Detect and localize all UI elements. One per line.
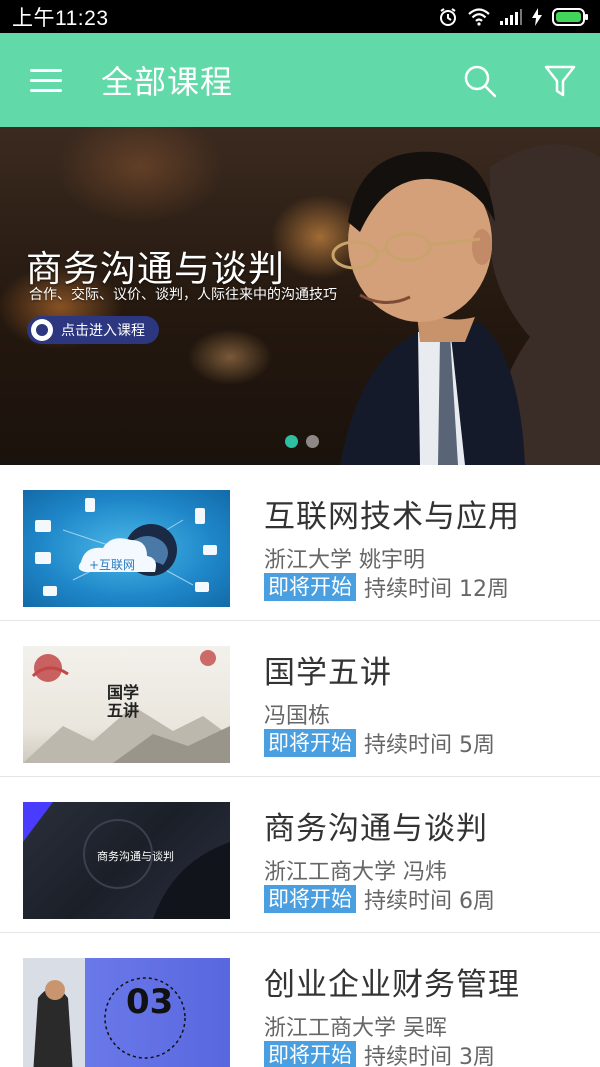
course-thumbnail: 商务沟通与谈判 [23, 802, 230, 919]
thumbnail-caption: +互联网 [89, 558, 136, 572]
course-name: 创业企业财务管理 [264, 967, 520, 1003]
course-duration: 持续时间 3周 [364, 1045, 495, 1067]
course-list: +互联网 互联网技术与应用 浙江大学 姚宇明 即将开始 持续时间 12周 国学五… [0, 465, 600, 1067]
course-banner[interactable]: 商务沟通与谈判 合作、交际、议价、谈判，人际往来中的沟通技巧 点击进入课程 [0, 127, 600, 465]
banner-subtitle: 合作、交际、议价、谈判，人际往来中的沟通技巧 [29, 287, 337, 303]
alarm-icon [438, 7, 458, 27]
signal-icon [500, 8, 522, 25]
play-icon [31, 319, 53, 341]
course-thumbnail: 国学五讲 [23, 646, 230, 763]
course-name: 互联网技术与应用 [264, 499, 520, 535]
enter-course-label: 点击进入课程 [61, 323, 145, 339]
search-icon [464, 65, 497, 98]
charging-icon [532, 7, 542, 26]
battery-icon [552, 7, 588, 26]
enter-course-button[interactable]: 点击进入课程 [27, 316, 159, 344]
course-item[interactable]: 03 创业企业财务管理 浙江工商大学 吴晖 即将开始 持续时间 3周 [0, 933, 600, 1067]
wifi-icon [468, 7, 490, 26]
course-duration: 持续时间 12周 [364, 577, 509, 602]
course-thumbnail: +互联网 [23, 490, 230, 607]
course-org: 冯国栋 [264, 704, 331, 729]
menu-button[interactable] [28, 67, 64, 95]
course-thumbnail: 03 [23, 958, 230, 1067]
course-meta: 即将开始 持续时间 6周 [264, 883, 495, 915]
status-badge: 即将开始 [264, 573, 356, 601]
status-badge: 即将开始 [264, 885, 356, 913]
course-name: 商务沟通与谈判 [264, 811, 488, 847]
course-meta: 即将开始 持续时间 5周 [264, 727, 495, 759]
status-bar: 上午11:23 [0, 0, 600, 33]
course-duration: 持续时间 6周 [364, 889, 495, 914]
thumbnail-caption: 商务沟通与谈判 [97, 850, 174, 863]
course-item[interactable]: +互联网 互联网技术与应用 浙江大学 姚宇明 即将开始 持续时间 12周 [0, 465, 600, 621]
course-name: 国学五讲 [264, 655, 392, 691]
filter-button[interactable] [543, 63, 577, 99]
page-title: 全部课程 [101, 63, 234, 101]
search-button[interactable] [462, 63, 498, 99]
banner-photo [331, 144, 600, 465]
carousel-indicator [285, 435, 319, 448]
menu-icon-line [30, 89, 62, 92]
status-time: 上午11:23 [12, 6, 109, 30]
filter-icon [544, 65, 576, 97]
status-icons [438, 7, 588, 27]
course-meta: 即将开始 持续时间 12周 [264, 571, 509, 603]
course-meta: 即将开始 持续时间 3周 [264, 1039, 495, 1067]
course-duration: 持续时间 5周 [364, 733, 495, 758]
carousel-dot[interactable] [306, 435, 319, 448]
menu-icon-line [30, 79, 62, 82]
status-badge: 即将开始 [264, 1041, 356, 1067]
app-bar: 全部课程 [0, 33, 600, 127]
status-badge: 即将开始 [264, 729, 356, 757]
thumbnail-caption: 国学五讲 [107, 683, 140, 720]
course-org: 浙江工商大学 冯炜 [264, 860, 447, 885]
course-org: 浙江大学 姚宇明 [264, 548, 425, 573]
course-item[interactable]: 商务沟通与谈判 商务沟通与谈判 浙江工商大学 冯炜 即将开始 持续时间 6周 [0, 777, 600, 933]
course-item[interactable]: 国学五讲 国学五讲 冯国栋 即将开始 持续时间 5周 [0, 621, 600, 777]
thumbnail-caption: 03 [126, 982, 174, 1022]
carousel-dot[interactable] [285, 435, 298, 448]
course-org: 浙江工商大学 吴晖 [264, 1016, 447, 1041]
menu-icon-line [30, 69, 62, 72]
